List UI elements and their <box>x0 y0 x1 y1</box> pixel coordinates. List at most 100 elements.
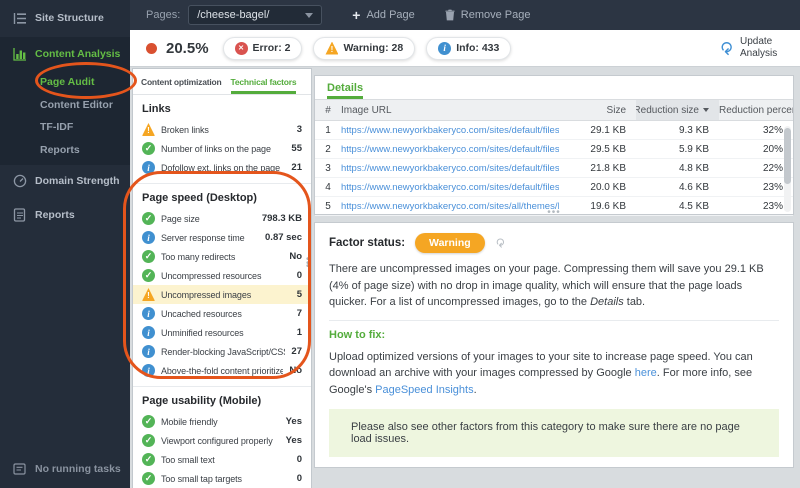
remove-page-button[interactable]: Remove Page <box>445 9 531 21</box>
details-card: Details # Image URL Size Reduction size … <box>314 75 794 218</box>
pagespeed-insights-link[interactable]: PageSpeed Insights <box>375 384 473 396</box>
factor-row-mobile-friendly[interactable]: Mobile friendly Yes <box>142 412 302 431</box>
factor-row-small-text[interactable]: Too small text 0 <box>142 450 302 469</box>
add-page-button[interactable]: + Add Page <box>352 8 415 22</box>
factor-row-uncompressed-resources[interactable]: Uncompressed resources 0 <box>142 266 302 285</box>
factor-row-page-size[interactable]: Page size 798.3 KB <box>142 209 302 228</box>
column-header-num[interactable]: # <box>315 105 341 116</box>
sidebar-item-label: Page Audit <box>40 76 95 88</box>
sidebar-item-content-analysis[interactable]: Content Analysis <box>0 43 130 65</box>
row-num: 2 <box>325 143 331 155</box>
info-icon <box>142 307 155 320</box>
factor-label: Too small text <box>161 454 215 465</box>
factor-label: Too many redirects <box>161 251 236 262</box>
table-row[interactable]: 3 https://www.newyorkbakeryco.com/sites/… <box>315 159 793 178</box>
table-row[interactable]: 4 https://www.newyorkbakeryco.com/sites/… <box>315 178 793 197</box>
details-ref: Details <box>590 296 624 308</box>
sidebar-item-page-audit[interactable]: Page Audit <box>0 71 130 93</box>
column-header-size[interactable]: Size <box>559 105 636 116</box>
factor-label: Number of links on the page <box>161 143 271 154</box>
size-value: 29.5 KB <box>590 143 626 155</box>
factor-row-broken-links[interactable]: Broken links 3 <box>142 120 302 139</box>
factor-label: Too small tap targets <box>161 473 242 484</box>
running-tasks-status[interactable]: No running tasks <box>0 458 130 480</box>
sidebar-item-domain-strength[interactable]: Domain Strength <box>0 170 130 192</box>
image-url-link[interactable]: https://www.newyorkbakeryco.com/sites/de… <box>341 182 559 193</box>
sidebar-item-content-editor[interactable]: Content Editor <box>0 94 130 116</box>
factor-label: Mobile friendly <box>161 416 218 427</box>
check-icon <box>142 453 155 466</box>
factor-row-uncached-resources[interactable]: Uncached resources 7 <box>142 304 302 323</box>
top-bar: Pages: /cheese-bagel/ + Add Page Remove … <box>130 0 800 30</box>
factor-value: 0 <box>296 270 302 281</box>
sidebar-item-reports[interactable]: Reports <box>0 204 130 226</box>
update-analysis-button[interactable]: ⟳ Update Analysis <box>716 35 784 61</box>
image-url-link[interactable]: https://www.newyorkbakeryco.com/sites/al… <box>341 201 559 212</box>
size-value: 29.1 KB <box>590 124 626 136</box>
remove-page-label: Remove Page <box>460 9 531 21</box>
size-value: 19.6 KB <box>590 200 626 212</box>
factor-row-links-count[interactable]: Number of links on the page 55 <box>142 139 302 158</box>
error-badge[interactable]: Error: 2 <box>222 36 303 60</box>
factor-row-redirects[interactable]: Too many redirects No <box>142 247 302 266</box>
check-icon <box>142 212 155 225</box>
audit-score: 20.5% <box>166 39 209 57</box>
factor-label: Broken links <box>161 124 209 135</box>
column-header-reduction-size[interactable]: Reduction size <box>636 100 719 120</box>
column-header-reduction-percent[interactable]: Reduction percenta... <box>719 105 793 116</box>
factor-value: Yes <box>285 416 302 427</box>
how-to-fix-text: Upload optimized versions of your images… <box>329 349 779 399</box>
sidebar-item-tf-idf[interactable]: TF-IDF <box>0 116 130 138</box>
page-select[interactable]: /cheese-bagel/ <box>188 5 323 25</box>
check-icon <box>142 434 155 447</box>
factor-row-render-blocking[interactable]: Render-blocking JavaScript/CSS 27 <box>142 342 302 361</box>
panel-resize-handle[interactable]: • • • <box>306 255 310 272</box>
check-icon <box>142 142 155 155</box>
tab-technical-factors[interactable]: Technical factors <box>230 69 297 94</box>
table-scrollbar[interactable] <box>784 126 791 212</box>
factor-value: 1 <box>296 327 302 338</box>
column-header-image-url[interactable]: Image URL <box>341 105 559 116</box>
size-value: 21.8 KB <box>590 162 626 174</box>
reports-icon <box>12 208 27 223</box>
row-num: 1 <box>325 124 331 136</box>
details-table-header: # Image URL Size Reduction size Reductio… <box>315 99 793 121</box>
factor-row-dofollow-links[interactable]: Dofollow ext. links on the page 21 <box>142 158 302 177</box>
sidebar-item-site-structure[interactable]: Site Structure <box>0 7 130 29</box>
factor-row-tap-targets[interactable]: Too small tap targets 0 <box>142 469 302 488</box>
sidebar-item-reports-sub[interactable]: Reports <box>0 139 130 161</box>
table-resize-handle[interactable]: ••• <box>547 207 561 218</box>
factor-label: Page size <box>161 213 200 224</box>
factor-row-uncompressed-images-selected[interactable]: Uncompressed images 5 <box>133 285 311 304</box>
divider <box>329 319 779 321</box>
table-row[interactable]: 2 https://www.newyorkbakeryco.com/sites/… <box>315 140 793 159</box>
image-url-link[interactable]: https://www.newyorkbakeryco.com/sites/de… <box>341 163 559 174</box>
factor-value: 55 <box>291 143 302 154</box>
factor-label: Render-blocking JavaScript/CSS <box>161 346 286 357</box>
image-url-link[interactable]: https://www.newyorkbakeryco.com/sites/de… <box>341 125 559 136</box>
table-row[interactable]: 1 https://www.newyorkbakeryco.com/sites/… <box>315 121 793 140</box>
reduction-percent-value: 22% <box>762 162 783 174</box>
tab-content-optimization[interactable]: Content optimization <box>141 69 222 94</box>
stats-bar: 20.5% Error: 2 Warning: 28 Info: 433 ⟳ U… <box>130 30 800 67</box>
here-link[interactable]: here <box>635 367 657 379</box>
warning-badge[interactable]: Warning: 28 <box>313 36 416 60</box>
reduction-percent-value: 32% <box>762 124 783 136</box>
scrollbar-thumb[interactable] <box>784 128 791 184</box>
update-analysis-label: Update Analysis <box>740 35 778 60</box>
factor-row-viewport[interactable]: Viewport configured properly Yes <box>142 431 302 450</box>
factor-row-unminified-resources[interactable]: Unminified resources 1 <box>142 323 302 342</box>
warning-icon <box>142 123 155 136</box>
column-header-label: Reduction size <box>636 104 699 116</box>
factor-row-server-response[interactable]: Server response time 0.87 sec <box>142 228 302 247</box>
factor-label: Above-the-fold content prioritized <box>161 365 284 376</box>
factor-label: Unminified resources <box>161 327 244 338</box>
tab-details[interactable]: Details <box>327 82 364 99</box>
factor-label: Dofollow ext. links on the page <box>161 162 280 173</box>
recheck-icon[interactable]: ⟳ <box>493 238 507 248</box>
factor-row-above-fold[interactable]: Above-the-fold content prioritized No <box>142 361 302 380</box>
info-badge[interactable]: Info: 433 <box>426 36 512 60</box>
factor-value: 0 <box>296 473 302 484</box>
image-url-link[interactable]: https://www.newyorkbakeryco.com/sites/de… <box>341 144 559 155</box>
sidebar-item-label: TF-IDF <box>40 121 74 133</box>
